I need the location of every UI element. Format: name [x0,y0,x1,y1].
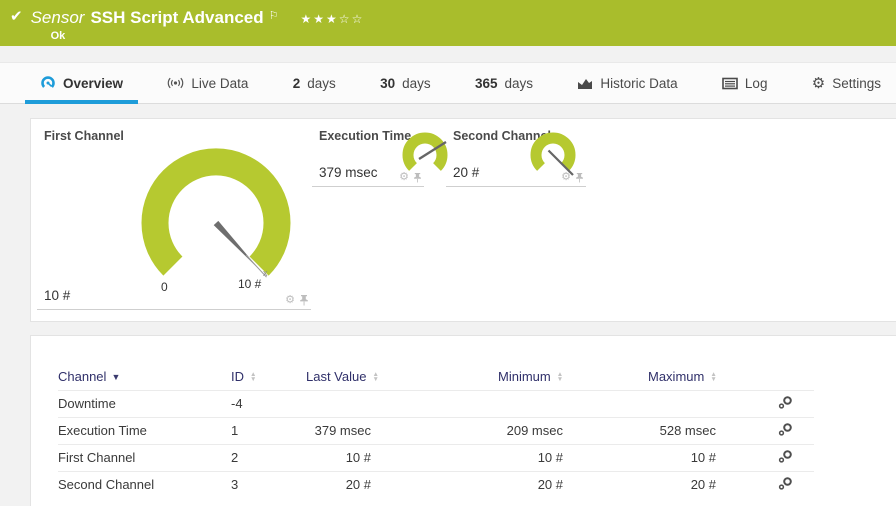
table-row: First Channel 2 10 # 10 # 10 # [58,443,814,471]
channel-maximum: 20 # [648,470,778,498]
channel-settings-icon[interactable] [778,476,793,494]
tab-label: days [402,75,431,91]
tab-label: days [307,75,336,91]
gauges-panel: First Channel x 0 10 # 10 # ⚙ Execution … [30,118,896,322]
sort-desc-icon: ▼ [111,372,121,383]
historic-data-icon [577,76,593,90]
tab-2-days[interactable]: 2 days [278,63,351,103]
tab-label: Log [744,75,768,91]
column-header-actions [778,364,814,390]
channel-minimum: 10 # [498,443,648,471]
page-title: SSH Script Advanced [90,8,264,27]
tab-number: 2 [292,75,301,91]
tab-365-days[interactable]: 365 days [460,63,548,103]
sort-both-icon: ▲ ▼ [556,370,564,383]
channel-id: 2 [231,443,306,471]
sort-both-icon: ▲ ▼ [250,370,257,383]
gauge-scale-min: 0 [161,280,168,294]
sensor-tab-bar: Overview Live Data 2 days 30 days 365 da… [0,62,896,104]
channel-name: Downtime [58,389,231,417]
gauge-gear-icon[interactable]: ⚙ [399,172,409,183]
gauge-gear-icon[interactable]: ⚙ [561,172,571,183]
primary-gauge-chart: x [141,148,291,278]
table-row: Downtime -4 [58,389,814,417]
gauge-scale-max: 10 # [238,277,262,291]
channel-maximum: 528 msec [648,416,778,444]
channel-maximum: 10 # [648,443,778,471]
status-ok-check-icon: ✔ [10,8,23,25]
flag-icon[interactable]: ⚐ [269,5,279,27]
channel-minimum [498,389,648,417]
live-data-icon [167,76,184,90]
column-header-channel[interactable]: Channel ▼ [58,364,231,390]
sort-both-icon: ▲ ▼ [372,370,379,383]
tab-settings[interactable]: ⚙ Settings [797,63,896,103]
tab-label: Overview [63,75,124,91]
tab-label: Settings [832,75,881,91]
channel-last-value: 379 msec [306,416,498,444]
channel-settings-icon[interactable] [778,422,793,440]
tab-historic-data[interactable]: Historic Data [562,63,692,103]
channel-settings-icon[interactable] [778,449,793,467]
header-gap [0,46,896,62]
gauge-current-value: 20 # [453,165,480,180]
tab-label: Live Data [191,75,249,91]
channel-name: Execution Time [58,416,231,444]
gauge-title: First Channel [44,129,124,143]
gauge-gear-icon[interactable]: ⚙ [285,295,295,306]
tab-number: 365 [474,75,498,91]
channel-minimum: 209 msec [498,416,648,444]
sensor-status-header: ✔ Sensor SSH Script Advanced ⚐ ★★★☆☆ Ok [0,0,896,46]
gauge-current-value: 10 # [44,288,71,303]
table-row: Second Channel 3 20 # 20 # 20 # [58,470,814,498]
tab-log[interactable]: Log [707,63,783,103]
gauge-pin-icon[interactable] [575,172,584,183]
column-header-id[interactable]: ID ▲ ▼ [231,364,306,390]
tab-overview[interactable]: Overview [25,63,139,104]
sort-both-icon: ▲ ▼ [710,370,717,383]
tab-label: days [504,75,534,91]
tab-live-data[interactable]: Live Data [152,63,263,103]
page-title-prefix: Sensor [30,8,85,27]
priority-stars[interactable]: ★★★☆☆ [301,8,365,30]
execution-time-gauge-widget: Execution Time 379 msec ⚙ [312,124,448,187]
gauge-current-value: 379 msec [319,165,378,180]
channel-name: First Channel [58,443,231,471]
gauge-pin-icon[interactable] [413,172,422,183]
needle-tip-marker: x [263,268,268,278]
column-header-maximum[interactable]: Maximum ▲ ▼ [648,364,778,390]
channel-minimum: 20 # [498,470,648,498]
channel-last-value [306,389,498,417]
channel-name: Second Channel [58,470,231,498]
status-badge: Ok [50,30,66,42]
channel-maximum [648,389,778,417]
channel-id: 3 [231,470,306,498]
log-icon [722,77,738,90]
gauge-icon [40,75,56,91]
settings-gear-icon: ⚙ [811,74,826,92]
tab-30-days[interactable]: 30 days [365,63,446,103]
gauge-pin-icon[interactable] [299,294,309,306]
channel-table: Channel ▼ ID ▲ ▼ Last Value ▲ ▼ Minimum ▲ ▼ Max… [58,364,814,498]
channel-settings-icon[interactable] [778,395,793,413]
channel-last-value: 10 # [306,443,498,471]
sensor-title-block: Sensor SSH Script Advanced ⚐ ★★★☆☆ Ok [31,7,365,42]
channel-id: 1 [231,416,306,444]
channel-id: -4 [231,389,306,417]
table-header-row: Channel ▼ ID ▲ ▼ Last Value ▲ ▼ Minimum ▲ ▼ Max… [58,364,814,390]
tab-number: 30 [380,75,396,91]
column-header-minimum[interactable]: Minimum ▲ ▼ [498,364,648,390]
channel-table-panel: Channel ▼ ID ▲ ▼ Last Value ▲ ▼ Minimum ▲ ▼ Max… [30,335,896,506]
table-row: Execution Time 1 379 msec 209 msec 528 m… [58,416,814,444]
primary-gauge-widget: First Channel x 0 10 # 10 # ⚙ [37,124,311,310]
second-channel-gauge-widget: Second Channel 20 # ⚙ [446,124,586,187]
column-header-last-value[interactable]: Last Value ▲ ▼ [306,364,498,390]
channel-last-value: 20 # [306,470,498,498]
tab-label: Historic Data [600,75,678,91]
